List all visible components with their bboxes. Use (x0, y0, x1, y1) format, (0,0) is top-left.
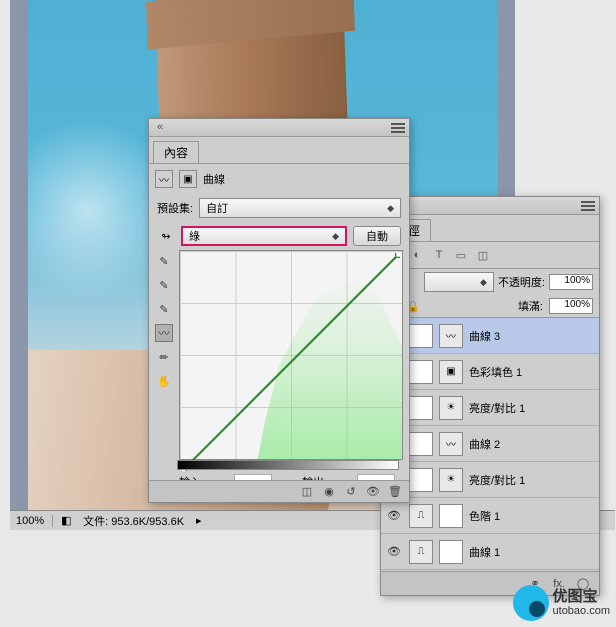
input-gradient[interactable] (177, 460, 399, 470)
properties-panel-header[interactable]: « (149, 119, 409, 137)
adjustment-thumbnail[interactable]: 〰 (439, 432, 463, 456)
curve-line[interactable] (182, 253, 400, 471)
zoom-level[interactable]: 100% (16, 515, 53, 527)
watermark-logo (513, 585, 549, 621)
auto-button[interactable]: 自動 (353, 226, 401, 246)
layer-row[interactable]: 👁 〰 曲線 3 (381, 318, 599, 354)
mask-thumbnail[interactable] (409, 468, 433, 492)
properties-panel: « 內容 〰 ▣ 曲線 預設集: 自訂 ◆ ↬ 綠 ◆ 自動 ✎ ✎ ✎ 〰 ✏… (148, 118, 410, 503)
filter-smart-icon[interactable]: ◫ (473, 246, 493, 264)
fill-row: ✥ 🔒 填滿: 100% (381, 295, 599, 318)
point-tool-icon[interactable]: 〰 (155, 324, 173, 342)
curve-graph[interactable] (179, 250, 403, 460)
preset-value: 自訂 (206, 200, 228, 216)
hand-tool-icon[interactable]: ✋ (155, 372, 173, 390)
channel-row: ↬ 綠 ◆ 自動 (149, 222, 409, 250)
eyedropper-gray-icon[interactable]: ✎ (155, 276, 173, 294)
layers-panel-header[interactable] (381, 197, 599, 215)
status-icon[interactable]: ◧ (61, 514, 75, 528)
panel-menu-icon[interactable] (581, 199, 595, 213)
visibility-icon[interactable]: 👁 (385, 509, 403, 522)
layer-name[interactable]: 亮度/對比 1 (469, 400, 525, 416)
layer-name[interactable]: 色彩填色 1 (469, 364, 522, 380)
chevron-updown-icon: ◆ (332, 231, 339, 242)
channel-icon[interactable]: ↬ (157, 230, 175, 243)
layer-list: 👁 〰 曲線 3 👁 ▣ 色彩填色 1 👁 ☀ 亮度/對比 1 👁 〰 曲線 2… (381, 318, 599, 570)
layer-row[interactable]: 👁 ⎍ 色階 1 (381, 498, 599, 534)
collapse-icon[interactable]: « (153, 121, 167, 135)
document-info: 文件: 953.6K/953.6K (83, 513, 184, 529)
adjustment-type-row: 〰 ▣ 曲線 (149, 164, 409, 194)
mask-thumbnail[interactable] (409, 432, 433, 456)
layer-row[interactable]: 👁 ⎍ 曲線 1 (381, 534, 599, 570)
mask-thumbnail[interactable] (409, 324, 433, 348)
adjustment-thumbnail[interactable]: ▣ (439, 360, 463, 384)
adjustment-name: 曲線 (203, 171, 225, 187)
filter-type-icon[interactable]: T (429, 246, 449, 264)
visibility-icon[interactable]: 👁 (385, 545, 403, 558)
reset-icon[interactable]: ↺ (341, 483, 361, 501)
opacity-label: 不透明度: (498, 274, 545, 290)
opacity-input[interactable]: 100% (549, 274, 593, 290)
fill-input[interactable]: 100% (549, 298, 593, 314)
mask-thumbnail[interactable] (439, 504, 463, 528)
info-arrow-icon[interactable]: ▸ (196, 514, 202, 527)
channel-value: 綠 (189, 228, 200, 244)
preset-label: 預設集: (157, 200, 193, 216)
watermark-name: 优图宝 (553, 589, 610, 606)
curves-icon[interactable]: 〰 (155, 170, 173, 188)
mask-thumbnail[interactable] (409, 360, 433, 384)
layer-name[interactable]: 色階 1 (469, 508, 500, 524)
mask-mode-icon[interactable]: ▣ (179, 170, 197, 188)
blend-mode-select[interactable]: ◆ (424, 272, 494, 292)
adjustment-thumbnail[interactable]: ⎍ (409, 540, 433, 564)
filter-adjust-icon[interactable]: ◐ (407, 246, 427, 264)
adjustment-thumbnail[interactable]: ☀ (439, 396, 463, 420)
visibility-icon[interactable]: 👁 (363, 483, 383, 501)
mask-thumbnail[interactable] (409, 396, 433, 420)
eyedropper-black-icon[interactable]: ✎ (155, 252, 173, 270)
adjustment-thumbnail[interactable]: ☀ (439, 468, 463, 492)
adjustment-thumbnail[interactable]: 〰 (439, 324, 463, 348)
tab-properties[interactable]: 內容 (153, 141, 199, 163)
preset-select[interactable]: 自訂 ◆ (199, 198, 401, 218)
watermark-url: utobao.com (553, 605, 610, 617)
watermark: 优图宝 utobao.com (513, 585, 610, 621)
chevron-updown-icon: ◆ (387, 203, 394, 214)
mask-thumbnail[interactable] (439, 540, 463, 564)
properties-footer: ◫ ◉ ↺ 👁 🗑 (149, 480, 409, 502)
curve-tools: ✎ ✎ ✎ 〰 ✏ ✋ (155, 250, 175, 460)
trash-icon[interactable]: 🗑 (385, 483, 405, 501)
pencil-tool-icon[interactable]: ✏ (155, 348, 173, 366)
layers-panel: 路徑 ▦ ◐ T ▭ ◫ ◆ 不透明度: 100% ✥ 🔒 填滿: 100% 👁… (380, 196, 600, 596)
layer-name[interactable]: 曲線 2 (469, 436, 500, 452)
panel-menu-icon[interactable] (391, 121, 405, 135)
layer-row[interactable]: 👁 ☀ 亮度/對比 1 (381, 462, 599, 498)
preset-row: 預設集: 自訂 ◆ (149, 194, 409, 222)
layer-row[interactable]: 👁 〰 曲線 2 (381, 426, 599, 462)
filter-shape-icon[interactable]: ▭ (451, 246, 471, 264)
layer-name[interactable]: 曲線 3 (469, 328, 500, 344)
clip-icon[interactable]: ◫ (297, 483, 317, 501)
layer-name[interactable]: 亮度/對比 1 (469, 472, 525, 488)
layer-name[interactable]: 曲線 1 (469, 544, 500, 560)
channel-select[interactable]: 綠 ◆ (181, 226, 347, 246)
opacity-row: ◆ 不透明度: 100% (381, 269, 599, 295)
adjustment-thumbnail[interactable]: ⎍ (409, 504, 433, 528)
layer-row[interactable]: 👁 ☀ 亮度/對比 1 (381, 390, 599, 426)
eyedropper-white-icon[interactable]: ✎ (155, 300, 173, 318)
layer-row[interactable]: 👁 ▣ 色彩填色 1 (381, 354, 599, 390)
fill-label: 填滿: (518, 298, 543, 314)
layer-filter-row: ▦ ◐ T ▭ ◫ (381, 242, 599, 269)
previous-icon[interactable]: ◉ (319, 483, 339, 501)
